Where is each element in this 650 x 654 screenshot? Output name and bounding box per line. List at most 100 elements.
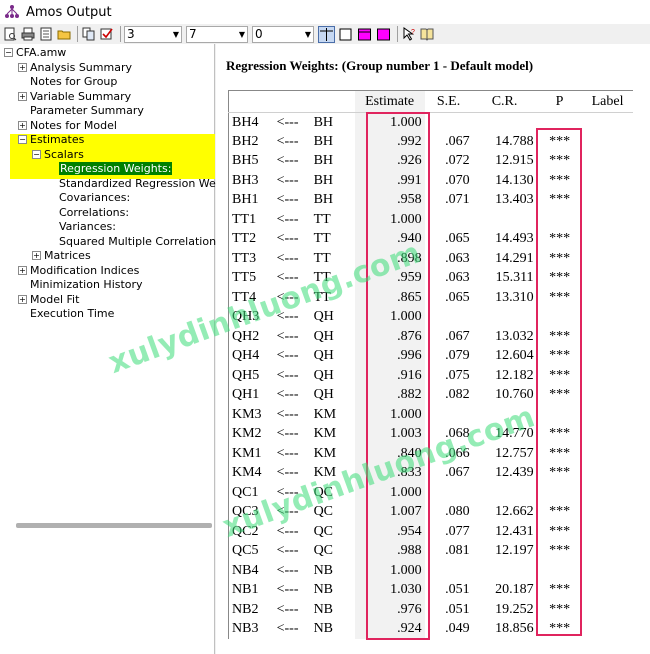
cell-factor: QC <box>313 484 334 500</box>
cell-cr: 18.856 <box>495 621 534 637</box>
cell-cr: 12.662 <box>495 504 534 520</box>
table-row: KM4 <--- KM .833 .067 12.439 *** <box>229 463 633 484</box>
color-highlight-button[interactable] <box>375 26 392 43</box>
cell-indicator: BH1 <box>232 192 259 208</box>
table-row: TT3 <--- TT .898 .063 14.291 *** <box>229 249 633 269</box>
tree-item-covariances[interactable]: Covariances: <box>59 190 130 204</box>
collapse-icon[interactable]: − <box>4 47 13 57</box>
cell-label <box>583 581 633 601</box>
tree-item-label-selected: Regression Weights: <box>59 161 173 175</box>
cell-arrow: <--- <box>276 582 299 598</box>
copy-icon[interactable] <box>81 26 97 42</box>
decimals-combo[interactable]: 3 ▼ <box>124 25 182 43</box>
cell-label <box>583 522 633 542</box>
grid-lines-button[interactable] <box>318 25 335 43</box>
cell-factor: QH <box>313 367 334 383</box>
cell-factor: QC <box>313 504 334 520</box>
page-setup-icon[interactable] <box>38 26 54 42</box>
cell-estimate: 1.000 <box>354 112 425 132</box>
tree-item-variable-summary[interactable]: + Variable Summary <box>18 89 131 103</box>
tree-item-label: Scalars <box>44 147 84 161</box>
tree-item-estimates[interactable]: − Estimates <box>18 132 84 146</box>
tree-item-regression-weights[interactable]: Regression Weights: <box>59 161 173 175</box>
tree-item-label: Notes for Model <box>30 118 117 132</box>
table-row: BH3 <--- BH .991 .070 14.130 *** <box>229 171 633 191</box>
tree-item-model-fit[interactable]: + Model Fit <box>18 292 79 306</box>
cell-arrow: <--- <box>276 231 299 247</box>
cell-cr: 14.493 <box>495 231 534 247</box>
cell-factor: TT <box>313 250 331 266</box>
color-fill-button[interactable] <box>356 26 373 43</box>
tree-item-matrices[interactable]: + Matrices <box>32 248 91 262</box>
cell-indicator: QH3 <box>232 309 260 325</box>
tree-item-label: Minimization History <box>30 277 143 291</box>
collapse-icon[interactable]: − <box>18 134 27 144</box>
tree-item-notes-for-model[interactable]: + Notes for Model <box>18 118 117 132</box>
cell-estimate: .996 <box>354 346 425 366</box>
amos-app-icon <box>4 4 20 20</box>
cell-label <box>583 366 633 386</box>
cell-se: .067 <box>445 328 470 344</box>
help-book-icon[interactable] <box>419 26 435 42</box>
cell-label <box>583 152 633 172</box>
print-icon[interactable] <box>20 26 36 42</box>
tree-item-label: Variable Summary <box>30 89 132 103</box>
cell-cr: 12.915 <box>495 153 534 169</box>
expand-icon[interactable]: + <box>18 91 27 101</box>
cell-estimate: .882 <box>354 385 425 405</box>
tree-item-standardized-regression-weights[interactable]: Standardized Regression Weigl <box>59 176 229 190</box>
cell-arrow: <--- <box>276 211 299 227</box>
tree-item-correlations[interactable]: Correlations: <box>59 205 129 219</box>
tree-item-analysis-summary[interactable]: + Analysis Summary <box>18 60 132 74</box>
cell-factor: NB <box>313 621 334 637</box>
expand-icon[interactable]: + <box>32 250 41 260</box>
table-row: KM3 <--- KM 1.000 <box>229 405 633 425</box>
tree-item-modification-indices[interactable]: + Modification Indices <box>18 263 139 277</box>
table-row: TT5 <--- TT .959 .063 15.311 *** <box>229 268 633 288</box>
cell-label <box>583 444 633 464</box>
tree-item-label: Execution Time <box>30 306 115 320</box>
cell-label <box>583 464 633 484</box>
cell-cr: 10.760 <box>495 387 534 403</box>
table-row: QH4 <--- QH .996 .079 12.604 *** <box>229 346 633 366</box>
window-title: Amos Output <box>26 4 112 20</box>
column-header-cr: C.R. <box>472 90 537 113</box>
expand-icon[interactable]: + <box>18 120 27 130</box>
output-navigation-tree[interactable]: − CFA.amw + Analysis Summary Notes for G… <box>0 44 229 654</box>
tree-item-squared-multiple-correlations[interactable]: Squared Multiple Correlations: <box>59 234 226 248</box>
whats-this-help-icon[interactable]: ? <box>401 26 417 42</box>
expand-icon[interactable]: + <box>18 294 27 304</box>
cell-arrow: <--- <box>276 309 299 325</box>
cell-cr: 12.182 <box>495 367 534 383</box>
table-border-button[interactable] <box>337 26 354 43</box>
tree-item-variances[interactable]: Variances: <box>59 219 116 233</box>
cell-label <box>583 327 633 347</box>
tree-item-notes-for-group[interactable]: Notes for Group <box>18 74 117 88</box>
cell-estimate: .992 <box>354 132 425 152</box>
toolbar: 3 ▼ 7 ▼ 0 ▼ ? <box>0 24 650 44</box>
cell-p: *** <box>549 153 571 169</box>
open-folder-icon[interactable] <box>56 26 72 42</box>
options-check-icon[interactable] <box>99 26 115 42</box>
tree-item-scalars[interactable]: − Scalars <box>32 147 84 161</box>
cell-p: *** <box>549 543 571 559</box>
tree-item-parameter-summary[interactable]: Parameter Summary <box>18 103 144 117</box>
cell-cr <box>473 405 537 425</box>
column-width-combo[interactable]: 7 ▼ <box>186 25 248 43</box>
cell-label <box>583 405 633 425</box>
print-preview-icon[interactable] <box>2 26 18 42</box>
collapse-icon[interactable]: − <box>32 149 41 159</box>
chevron-down-icon: ▼ <box>172 29 179 39</box>
expand-icon[interactable]: + <box>18 265 27 275</box>
tree-item-minimization-history[interactable]: Minimization History <box>18 277 143 291</box>
horizontal-scrollbar[interactable] <box>16 523 212 528</box>
cell-se: .065 <box>445 289 470 305</box>
cell-factor: TT <box>313 289 331 305</box>
column-spacing-combo[interactable]: 0 ▼ <box>252 25 314 43</box>
tree-root[interactable]: − CFA.amw <box>4 45 66 59</box>
expand-icon[interactable]: + <box>18 62 27 72</box>
cell-estimate: 1.000 <box>354 561 425 581</box>
toolbar-separator <box>77 26 78 42</box>
cell-arrow: <--- <box>276 445 299 461</box>
tree-item-execution-time[interactable]: Execution Time <box>18 306 114 320</box>
